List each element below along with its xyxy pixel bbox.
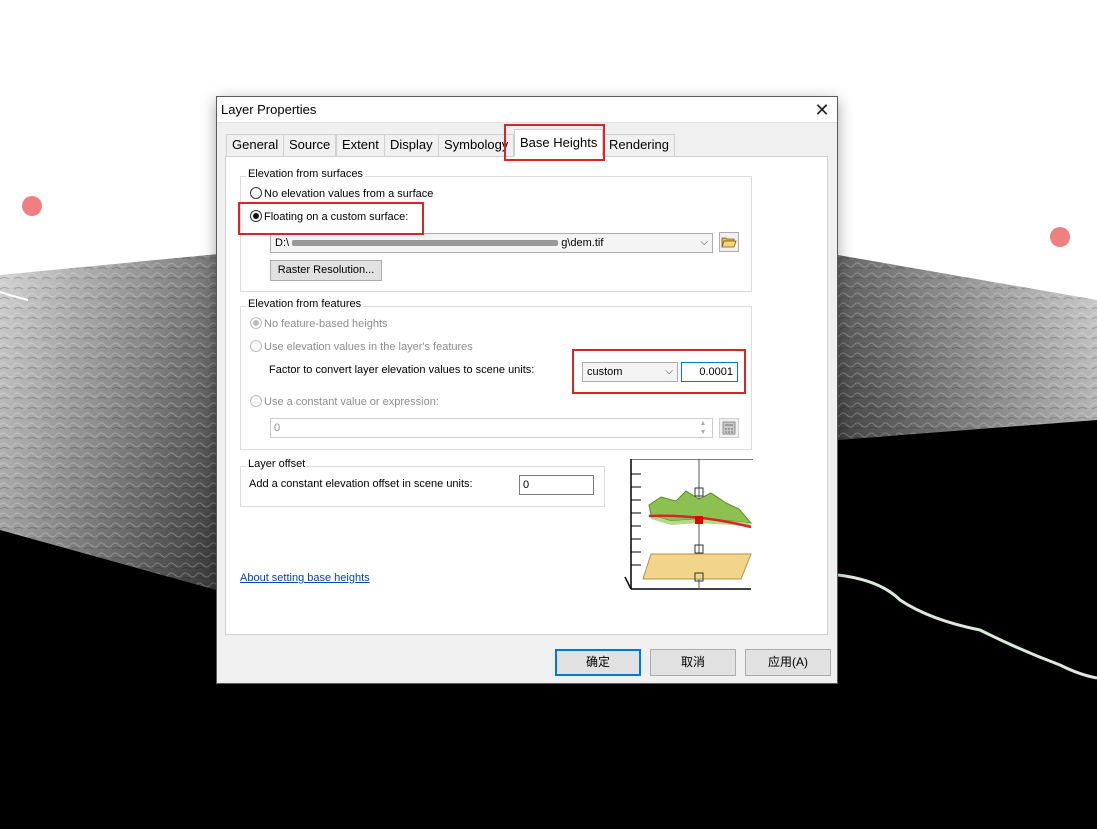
ok-button[interactable]: 确定	[555, 649, 641, 676]
open-folder-button[interactable]	[719, 232, 739, 252]
constant-value-spinner[interactable]: ▲ ▼	[696, 419, 710, 437]
tab-general[interactable]: General	[226, 134, 285, 156]
highlight-custom-surface	[238, 202, 424, 235]
radio-no-feature-heights[interactable]: No feature-based heights	[250, 317, 388, 333]
surface-path-combo[interactable]: D:\ g\dem.tif ⌵	[270, 233, 713, 253]
expression-builder-button[interactable]	[719, 418, 739, 438]
control-point-right[interactable]	[1050, 227, 1070, 247]
close-icon[interactable]: ✕	[811, 99, 833, 121]
tab-extent[interactable]: Extent	[336, 134, 385, 156]
terrain-right-black	[838, 420, 1097, 829]
offset-label: Add a constant elevation offset in scene…	[249, 478, 473, 490]
offset-input[interactable]: 0	[519, 475, 594, 495]
radio-layer-elevation-button[interactable]	[250, 340, 262, 352]
tab-symbology[interactable]: Symbology	[438, 134, 515, 156]
apply-button[interactable]: 应用(A)	[745, 649, 831, 676]
radio-layer-elevation-label: Use elevation values in the layer's feat…	[264, 341, 473, 353]
radio-constant-value-label: Use a constant value or expression:	[264, 396, 439, 408]
surface-path-prefix: D:\	[275, 237, 290, 249]
raster-resolution-button[interactable]: Raster Resolution...	[270, 260, 382, 281]
highlight-factor	[572, 349, 746, 394]
help-link[interactable]: About setting base heights	[240, 572, 370, 584]
cancel-button[interactable]: 取消	[650, 649, 736, 676]
radio-layer-elevation[interactable]: Use elevation values in the layer's feat…	[250, 340, 473, 356]
dialog-titlebar[interactable]: Layer Properties ✕	[217, 97, 837, 123]
tab-rendering[interactable]: Rendering	[603, 134, 675, 156]
folder-open-icon	[721, 237, 737, 248]
radio-no-feature-heights-button[interactable]	[250, 317, 262, 329]
constant-value-input[interactable]: 0	[270, 418, 713, 438]
tab-source[interactable]: Source	[283, 134, 337, 156]
factor-label: Factor to convert layer elevation values…	[269, 364, 535, 376]
surface-path-suffix: g\dem.tif	[561, 237, 604, 249]
dialog-title: Layer Properties	[221, 102, 317, 117]
surfaces-legend: Elevation from surfaces	[246, 168, 365, 180]
highlight-base-heights-tab	[504, 124, 605, 161]
tab-display[interactable]: Display	[384, 134, 439, 156]
base-heights-panel: Elevation from surfaces No elevation val…	[225, 156, 828, 635]
radio-no-surface-label: No elevation values from a surface	[264, 188, 434, 200]
control-point-left[interactable]	[22, 196, 42, 216]
features-legend: Elevation from features	[246, 298, 364, 310]
radio-constant-value-button[interactable]	[250, 395, 262, 407]
base-heights-illustration	[624, 459, 753, 590]
radio-no-feature-heights-label: No feature-based heights	[264, 318, 388, 330]
offset-legend: Layer offset	[246, 458, 308, 470]
radio-constant-value[interactable]: Use a constant value or expression:	[250, 395, 439, 411]
chevron-down-icon[interactable]: ⌵	[700, 234, 708, 252]
radio-no-surface[interactable]: No elevation values from a surface	[250, 187, 433, 203]
radio-no-surface-button[interactable]	[250, 187, 262, 199]
layer-properties-dialog: Layer Properties ✕ General Source Extent…	[216, 96, 838, 684]
calculator-icon	[722, 421, 736, 435]
surface-path-redacted	[292, 240, 559, 247]
